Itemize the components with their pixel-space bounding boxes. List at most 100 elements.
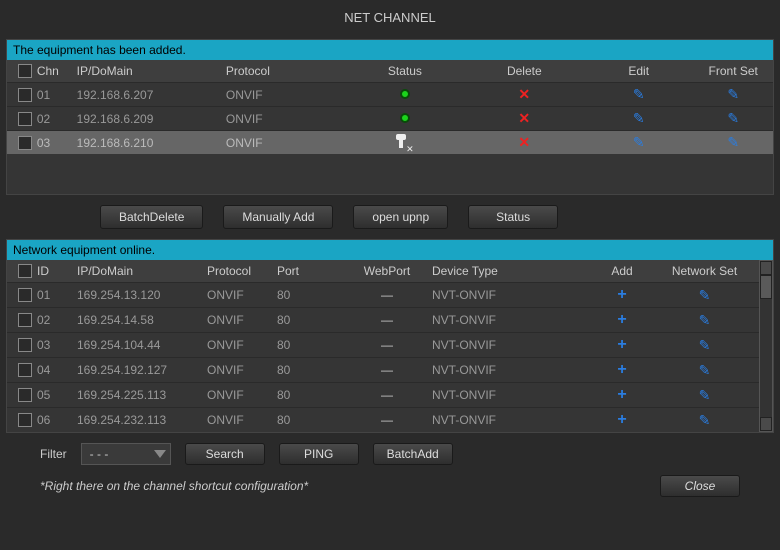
col-webport: WebPort (342, 264, 432, 278)
table-row[interactable]: 03169.254.104.44ONVIF80—NVT-ONVIF+✎ (7, 332, 759, 357)
cell-device: NVT-ONVIF (432, 363, 587, 377)
add-icon[interactable]: + (617, 361, 626, 378)
row-checkbox[interactable] (18, 338, 32, 352)
open-upnp-button[interactable]: open upnp (353, 205, 448, 229)
cell-id: 01 (37, 288, 77, 302)
netset-icon[interactable]: ✎ (699, 312, 711, 328)
cell-ip: 169.254.192.127 (77, 363, 207, 377)
cell-device: NVT-ONVIF (432, 288, 587, 302)
cell-protocol: ONVIF (226, 112, 345, 126)
col-device: Device Type (432, 264, 587, 278)
frontset-icon[interactable]: ✎ (727, 134, 739, 150)
status-button[interactable]: Status (468, 205, 558, 229)
table-row[interactable]: 01192.168.6.207ONVIF✕✎✎ (7, 82, 773, 106)
add-icon[interactable]: + (617, 411, 626, 428)
col-id: ID (37, 264, 77, 278)
cell-port: 80 (277, 313, 342, 327)
search-button[interactable]: Search (185, 443, 265, 465)
cell-protocol: ONVIF (207, 413, 277, 427)
scrollbar[interactable] (759, 260, 773, 432)
cell-ip: 169.254.232.113 (77, 413, 207, 427)
chevron-down-icon (154, 450, 166, 458)
filter-row: Filter - - - Search PING BatchAdd (0, 437, 780, 471)
page-title: NET CHANNEL (0, 0, 780, 35)
table-row[interactable]: 05169.254.225.113ONVIF80—NVT-ONVIF+✎ (7, 382, 759, 407)
edit-icon[interactable]: ✎ (633, 86, 645, 102)
col-edit: Edit (584, 64, 693, 78)
frontset-icon[interactable]: ✎ (727, 86, 739, 102)
scroll-up-icon[interactable] (760, 261, 772, 275)
add-icon[interactable]: + (617, 336, 626, 353)
table-row[interactable]: 02192.168.6.209ONVIF ✕ ✎ ✎ (7, 106, 773, 130)
cell-device: NVT-ONVIF (432, 413, 587, 427)
row-checkbox[interactable] (18, 288, 32, 302)
netset-icon[interactable]: ✎ (699, 337, 711, 353)
cell-port: 80 (277, 388, 342, 402)
added-header: The equipment has been added. (7, 40, 773, 60)
add-icon[interactable]: + (617, 311, 626, 328)
delete-icon[interactable]: ✕ (518, 134, 530, 150)
cell-protocol: ONVIF (207, 338, 277, 352)
scroll-down-icon[interactable] (760, 417, 772, 431)
delete-icon[interactable]: ✕ (518, 110, 530, 126)
table-row[interactable]: 02169.254.14.58ONVIF80—NVT-ONVIF+✎ (7, 307, 759, 332)
table-row[interactable]: 01169.254.13.120ONVIF80—NVT-ONVIF + ✎ (7, 282, 759, 307)
cell-chn: 03 (37, 136, 77, 150)
cell-port: 80 (277, 413, 342, 427)
cell-port: 80 (277, 288, 342, 302)
cell-id: 04 (37, 363, 77, 377)
col-protocol: Protocol (226, 64, 345, 78)
cell-ip: 192.168.6.209 (77, 112, 226, 126)
netset-icon[interactable]: ✎ (699, 412, 711, 428)
online-header: Network equipment online. (7, 240, 773, 260)
table-row[interactable]: 03192.168.6.210ONVIF✕✕✎✎ (7, 130, 773, 154)
cell-device: NVT-ONVIF (432, 388, 587, 402)
batch-add-button[interactable]: BatchAdd (373, 443, 453, 465)
cell-ip: 192.168.6.207 (77, 88, 226, 102)
table-row[interactable]: 06169.254.232.113ONVIF80—NVT-ONVIF+✎ (7, 407, 759, 432)
netset-icon[interactable]: ✎ (699, 362, 711, 378)
row-checkbox[interactable] (18, 388, 32, 402)
cell-webport: — (342, 338, 432, 352)
row-checkbox[interactable] (18, 88, 32, 102)
edit-icon[interactable]: ✎ (633, 134, 645, 150)
delete-icon[interactable]: ✕ (518, 86, 530, 102)
cell-port: 80 (277, 363, 342, 377)
online-table-head: ID IP/DoMain Protocol Port WebPort Devic… (7, 260, 759, 282)
table-row[interactable]: 04169.254.192.127ONVIF80—NVT-ONVIF+✎ (7, 357, 759, 382)
edit-icon[interactable]: ✎ (633, 110, 645, 126)
netset-icon[interactable]: ✎ (699, 287, 711, 303)
col-frontset: Front Set (693, 64, 773, 78)
cell-chn: 02 (37, 112, 77, 126)
scroll-thumb[interactable] (760, 275, 772, 299)
cell-ip: 169.254.14.58 (77, 313, 207, 327)
select-all-top-checkbox[interactable] (18, 64, 32, 78)
row-checkbox[interactable] (18, 313, 32, 327)
cell-id: 02 (37, 313, 77, 327)
cell-protocol: ONVIF (226, 88, 345, 102)
cell-id: 06 (37, 413, 77, 427)
ping-button[interactable]: PING (279, 443, 359, 465)
select-all-bottom-checkbox[interactable] (18, 264, 32, 278)
row-checkbox[interactable] (18, 363, 32, 377)
cell-protocol: ONVIF (207, 288, 277, 302)
hint-row: *Right there on the channel shortcut con… (0, 471, 780, 501)
add-icon[interactable]: + (617, 386, 626, 403)
cell-webport: — (342, 363, 432, 377)
filter-select[interactable]: - - - (81, 443, 171, 465)
col-netset: Network Set (657, 264, 752, 278)
cell-ip: 169.254.13.120 (77, 288, 207, 302)
cell-webport: — (342, 288, 432, 302)
cell-ip: 192.168.6.210 (77, 136, 226, 150)
cell-webport: — (342, 313, 432, 327)
netset-icon[interactable]: ✎ (699, 387, 711, 403)
batch-delete-button[interactable]: BatchDelete (100, 205, 203, 229)
row-checkbox[interactable] (18, 413, 32, 427)
close-button[interactable]: Close (660, 475, 740, 497)
manually-add-button[interactable]: Manually Add (223, 205, 333, 229)
cell-device: NVT-ONVIF (432, 313, 587, 327)
row-checkbox[interactable] (18, 112, 32, 126)
row-checkbox[interactable] (18, 136, 32, 150)
add-icon[interactable]: + (617, 286, 626, 303)
frontset-icon[interactable]: ✎ (727, 110, 739, 126)
